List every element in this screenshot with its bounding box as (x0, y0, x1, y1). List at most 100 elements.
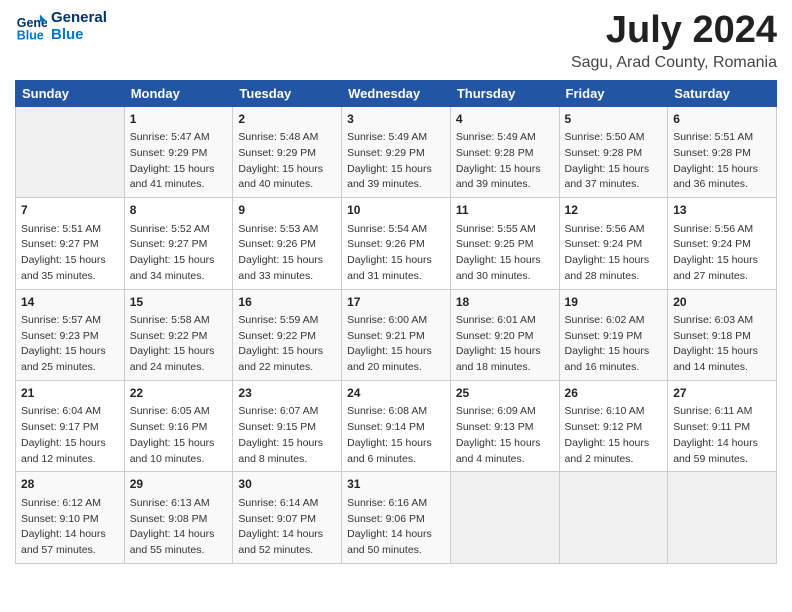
day-info: Sunrise: 6:01 AMSunset: 9:20 PMDaylight:… (456, 313, 554, 376)
day-number: 19 (565, 294, 663, 311)
day-info: Sunrise: 5:56 AMSunset: 9:24 PMDaylight:… (565, 222, 663, 285)
day-cell: 17Sunrise: 6:00 AMSunset: 9:21 PMDayligh… (342, 289, 451, 380)
week-row-2: 7 Sunrise: 5:51 AMSunset: 9:27 PMDaylight… (16, 198, 777, 289)
title-block: July 2024 Sagu, Arad County, Romania (571, 10, 777, 72)
day-info: Sunrise: 6:02 AMSunset: 9:19 PMDaylight:… (565, 313, 663, 376)
day-cell: 23 Sunrise: 6:07 AMSunset: 9:15 PMDayligh… (233, 380, 342, 471)
day-info: Sunrise: 5:51 AMSunset: 9:28 PMDaylight:… (673, 130, 771, 193)
day-number: 2 (238, 111, 336, 128)
day-cell (16, 106, 125, 197)
day-number: 10 (347, 202, 445, 219)
header-row: SundayMondayTuesdayWednesdayThursdayFrid… (16, 80, 777, 106)
day-number: 6 (673, 111, 771, 128)
day-info: Sunrise: 6:04 AMSunset: 9:17 PMDaylight:… (21, 404, 119, 467)
page-header: General Blue General Blue July 2024 Sagu… (15, 10, 777, 72)
day-number: 7 (21, 202, 119, 219)
day-info: Sunrise: 5:55 AMSunset: 9:25 PMDaylight:… (456, 222, 554, 285)
week-row-5: 28 Sunrise: 6:12 AMSunset: 9:10 PMDayligh… (16, 472, 777, 563)
day-number: 8 (130, 202, 228, 219)
day-number: 31 (347, 476, 445, 493)
day-number: 26 (565, 385, 663, 402)
day-info: Sunrise: 6:03 AMSunset: 9:18 PMDaylight:… (673, 313, 771, 376)
day-cell: 16 Sunrise: 5:59 AMSunset: 9:22 PMDayligh… (233, 289, 342, 380)
day-number: 24 (347, 385, 445, 402)
day-info: Sunrise: 5:53 AMSunset: 9:26 PMDaylight:… (238, 222, 336, 285)
day-cell: 30 Sunrise: 6:14 AMSunset: 9:07 PMDayligh… (233, 472, 342, 563)
day-cell: 22Sunrise: 6:05 AMSunset: 9:16 PMDayligh… (124, 380, 233, 471)
day-info: Sunrise: 5:59 AMSunset: 9:22 PMDaylight:… (238, 313, 336, 376)
day-info: Sunrise: 5:49 AMSunset: 9:29 PMDaylight:… (347, 130, 445, 193)
day-cell: 25 Sunrise: 6:09 AMSunset: 9:13 PMDayligh… (450, 380, 559, 471)
day-cell: 28 Sunrise: 6:12 AMSunset: 9:10 PMDayligh… (16, 472, 125, 563)
location-subtitle: Sagu, Arad County, Romania (571, 54, 777, 72)
month-title: July 2024 (571, 10, 777, 52)
logo-icon: General Blue (15, 11, 47, 43)
day-info: Sunrise: 5:48 AMSunset: 9:29 PMDaylight:… (238, 130, 336, 193)
day-number: 23 (238, 385, 336, 402)
day-number: 12 (565, 202, 663, 219)
day-number: 18 (456, 294, 554, 311)
header-cell-thursday: Thursday (450, 80, 559, 106)
logo: General Blue General Blue (15, 10, 107, 43)
day-cell: 9 Sunrise: 5:53 AMSunset: 9:26 PMDaylight… (233, 198, 342, 289)
day-info: Sunrise: 5:54 AMSunset: 9:26 PMDaylight:… (347, 222, 445, 285)
day-info: Sunrise: 5:52 AMSunset: 9:27 PMDaylight:… (130, 222, 228, 285)
day-number: 17 (347, 294, 445, 311)
day-info: Sunrise: 5:51 AMSunset: 9:27 PMDaylight:… (21, 222, 119, 285)
day-info: Sunrise: 6:07 AMSunset: 9:15 PMDaylight:… (238, 404, 336, 467)
day-info: Sunrise: 6:05 AMSunset: 9:16 PMDaylight:… (130, 404, 228, 467)
day-cell: 10 Sunrise: 5:54 AMSunset: 9:26 PMDayligh… (342, 198, 451, 289)
day-info: Sunrise: 6:10 AMSunset: 9:12 PMDaylight:… (565, 404, 663, 467)
svg-text:Blue: Blue (17, 28, 44, 42)
day-number: 9 (238, 202, 336, 219)
day-info: Sunrise: 6:14 AMSunset: 9:07 PMDaylight:… (238, 496, 336, 559)
day-cell (559, 472, 668, 563)
logo-line2: Blue (51, 27, 107, 44)
day-number: 15 (130, 294, 228, 311)
day-cell: 18 Sunrise: 6:01 AMSunset: 9:20 PMDayligh… (450, 289, 559, 380)
day-number: 21 (21, 385, 119, 402)
header-cell-tuesday: Tuesday (233, 80, 342, 106)
day-number: 13 (673, 202, 771, 219)
day-cell: 19 Sunrise: 6:02 AMSunset: 9:19 PMDayligh… (559, 289, 668, 380)
day-info: Sunrise: 6:08 AMSunset: 9:14 PMDaylight:… (347, 404, 445, 467)
day-cell: 14Sunrise: 5:57 AMSunset: 9:23 PMDayligh… (16, 289, 125, 380)
day-cell: 2 Sunrise: 5:48 AMSunset: 9:29 PMDaylight… (233, 106, 342, 197)
day-info: Sunrise: 5:47 AMSunset: 9:29 PMDaylight:… (130, 130, 228, 193)
day-cell: 31Sunrise: 6:16 AMSunset: 9:06 PMDayligh… (342, 472, 451, 563)
day-number: 30 (238, 476, 336, 493)
day-cell: 12 Sunrise: 5:56 AMSunset: 9:24 PMDayligh… (559, 198, 668, 289)
day-cell: 24 Sunrise: 6:08 AMSunset: 9:14 PMDayligh… (342, 380, 451, 471)
day-cell: 27Sunrise: 6:11 AMSunset: 9:11 PMDayligh… (668, 380, 777, 471)
day-cell: 29Sunrise: 6:13 AMSunset: 9:08 PMDayligh… (124, 472, 233, 563)
logo-line1: General (51, 10, 107, 27)
day-cell: 13 Sunrise: 5:56 AMSunset: 9:24 PMDayligh… (668, 198, 777, 289)
day-info: Sunrise: 5:56 AMSunset: 9:24 PMDaylight:… (673, 222, 771, 285)
calendar-table: SundayMondayTuesdayWednesdayThursdayFrid… (15, 80, 777, 564)
day-cell: 26 Sunrise: 6:10 AMSunset: 9:12 PMDayligh… (559, 380, 668, 471)
header-cell-monday: Monday (124, 80, 233, 106)
day-info: Sunrise: 5:49 AMSunset: 9:28 PMDaylight:… (456, 130, 554, 193)
day-cell: 6 Sunrise: 5:51 AMSunset: 9:28 PMDaylight… (668, 106, 777, 197)
day-number: 16 (238, 294, 336, 311)
day-cell: 8 Sunrise: 5:52 AMSunset: 9:27 PMDaylight… (124, 198, 233, 289)
day-cell: 21 Sunrise: 6:04 AMSunset: 9:17 PMDayligh… (16, 380, 125, 471)
week-row-1: 1 Sunrise: 5:47 AMSunset: 9:29 PMDaylight… (16, 106, 777, 197)
day-info: Sunrise: 5:57 AMSunset: 9:23 PMDaylight:… (21, 313, 119, 376)
day-number: 25 (456, 385, 554, 402)
day-cell: 4Sunrise: 5:49 AMSunset: 9:28 PMDaylight… (450, 106, 559, 197)
day-number: 27 (673, 385, 771, 402)
header-cell-saturday: Saturday (668, 80, 777, 106)
day-info: Sunrise: 6:09 AMSunset: 9:13 PMDaylight:… (456, 404, 554, 467)
day-cell: 1 Sunrise: 5:47 AMSunset: 9:29 PMDaylight… (124, 106, 233, 197)
day-number: 1 (130, 111, 228, 128)
week-row-4: 21 Sunrise: 6:04 AMSunset: 9:17 PMDayligh… (16, 380, 777, 471)
day-info: Sunrise: 6:12 AMSunset: 9:10 PMDaylight:… (21, 496, 119, 559)
header-cell-friday: Friday (559, 80, 668, 106)
day-cell: 11 Sunrise: 5:55 AMSunset: 9:25 PMDayligh… (450, 198, 559, 289)
header-cell-sunday: Sunday (16, 80, 125, 106)
day-number: 11 (456, 202, 554, 219)
day-info: Sunrise: 6:13 AMSunset: 9:08 PMDaylight:… (130, 496, 228, 559)
day-number: 28 (21, 476, 119, 493)
day-cell (668, 472, 777, 563)
